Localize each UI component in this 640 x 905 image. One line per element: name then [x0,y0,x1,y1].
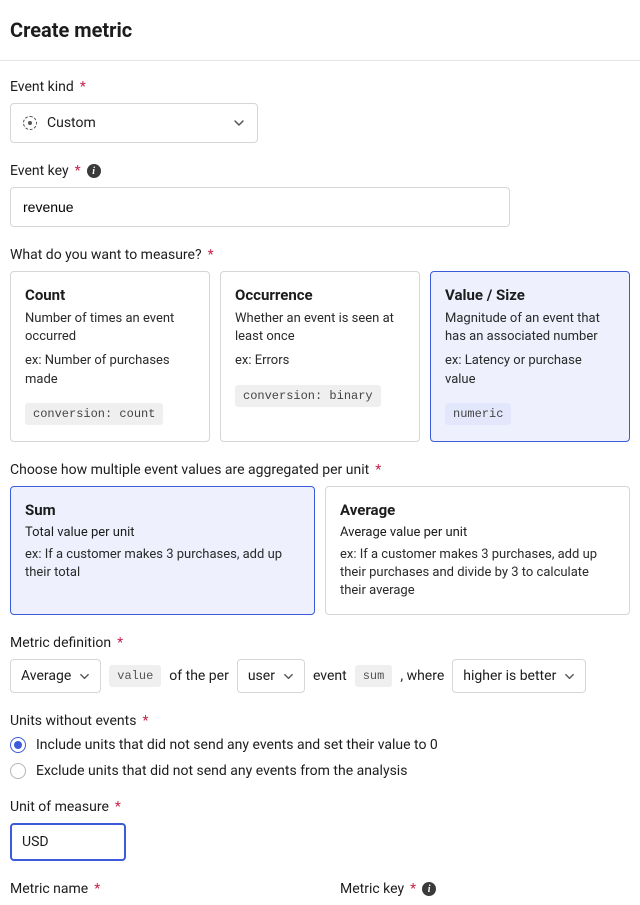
card-title: Occurrence [235,286,405,304]
definition-text: , where [400,668,444,684]
card-title: Average [340,501,615,519]
units-without-include[interactable]: Include units that did not send any even… [10,737,630,753]
definition-criterion-value: higher is better [463,668,556,684]
definition-unit-value: user [248,668,275,684]
info-icon[interactable]: i [87,164,101,178]
definition-text: of the per [169,668,229,684]
required-marker: * [75,163,81,179]
definition-sum-chip: sum [355,665,393,687]
page-title: Create metric [10,10,630,60]
definition-text: event [313,668,347,684]
definition-value-chip: value [109,665,161,687]
required-marker: * [208,247,214,263]
card-example: ex: If a customer makes 3 purchases, add… [340,546,615,601]
chevron-down-icon [233,117,245,129]
event-kind-value: Custom [47,115,96,131]
card-chip: numeric [445,403,511,425]
custom-icon [23,116,37,130]
event-key-input[interactable] [10,187,510,227]
card-desc: Total value per unit [25,525,300,540]
measure-option-occurrence[interactable]: Occurrence Whether an event is seen at l… [220,271,420,442]
required-marker: * [115,799,121,815]
definition-agg-value: Average [21,668,71,684]
measure-option-value-size[interactable]: Value / Size Magnitude of an event that … [430,271,630,442]
unit-of-measure-input[interactable]: USD [10,823,126,861]
card-desc: Average value per unit [340,525,615,540]
card-title: Count [25,286,195,304]
chevron-down-icon [283,671,294,682]
measure-option-count[interactable]: Count Number of times an event occurred … [10,271,210,442]
card-title: Sum [25,501,300,519]
units-without-exclude[interactable]: Exclude units that did not send any even… [10,763,630,779]
chevron-down-icon [564,671,575,682]
metric-definition-label: Metric definition* [10,635,630,651]
radio-label: Exclude units that did not send any even… [36,763,407,779]
card-title: Value / Size [445,286,615,304]
card-example: ex: Errors [235,352,405,370]
units-without-label: Units without events* [10,713,630,729]
divider [0,60,640,61]
aggregation-option-average[interactable]: Average Average value per unit ex: If a … [325,486,630,616]
measure-label: What do you want to measure?* [10,247,630,263]
aggregation-label: Choose how multiple event values are agg… [10,462,630,478]
chevron-down-icon [79,671,90,682]
definition-criterion-select[interactable]: higher is better [452,659,586,693]
required-marker: * [117,635,123,651]
metric-name-label: Metric name* [10,881,300,897]
event-kind-select[interactable]: Custom [10,103,258,143]
required-marker: * [80,79,86,95]
aggregation-option-sum[interactable]: Sum Total value per unit ex: If a custom… [10,486,315,616]
required-marker: * [94,881,100,897]
card-desc: Number of times an event occurred [25,310,195,346]
definition-unit-select[interactable]: user [237,659,305,693]
card-example: ex: If a customer makes 3 purchases, add… [25,546,300,582]
unit-of-measure-label: Unit of measure* [10,799,630,815]
radio-icon [10,763,26,779]
radio-label: Include units that did not send any even… [36,737,438,753]
required-marker: * [375,462,381,478]
required-marker: * [142,713,148,729]
definition-agg-select[interactable]: Average [10,659,101,693]
card-example: ex: Latency or purchase value [445,352,615,388]
metric-key-label: Metric key* i [340,881,630,897]
event-kind-label: Event kind* [10,79,630,95]
card-desc: Whether an event is seen at least once [235,310,405,346]
required-marker: * [410,881,416,897]
event-key-label: Event key* i [10,163,630,179]
info-icon[interactable]: i [422,882,436,896]
card-chip: conversion: count [25,403,163,425]
card-example: ex: Number of purchases made [25,352,195,388]
card-chip: conversion: binary [235,385,381,407]
card-desc: Magnitude of an event that has an associ… [445,310,615,346]
radio-icon [10,737,26,753]
unit-of-measure-value: USD [22,834,49,850]
